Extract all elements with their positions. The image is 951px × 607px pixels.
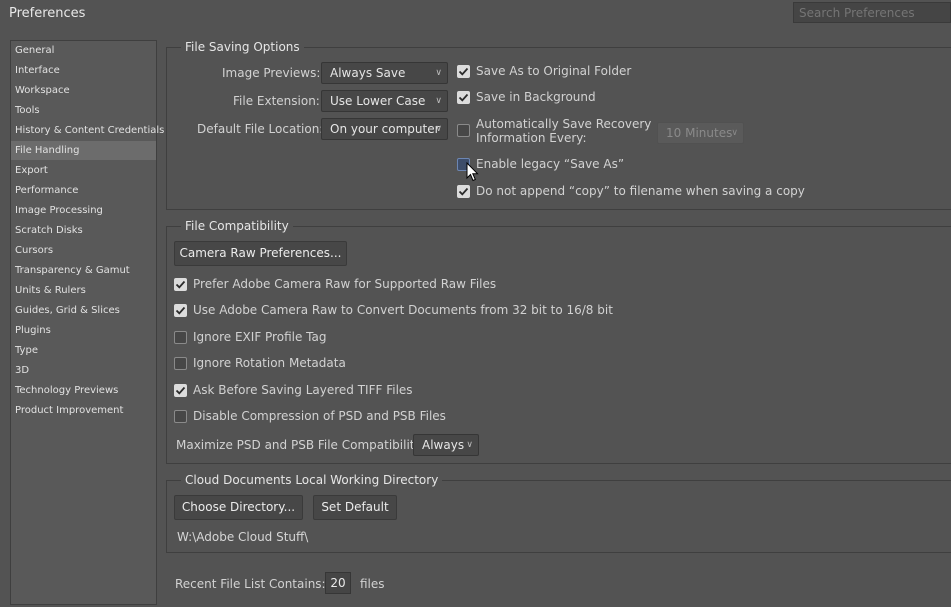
file-extension-value: Use Lower Case: [330, 94, 426, 108]
check-icon: [458, 93, 469, 102]
save-as-original-label: Save As to Original Folder: [476, 64, 632, 78]
check-icon: [175, 306, 186, 315]
sidebar-item-scratch-disks[interactable]: Scratch Disks: [11, 221, 156, 240]
title-bar: Preferences: [0, 0, 951, 27]
chevron-down-icon: ∨: [731, 128, 738, 138]
sidebar-item-general[interactable]: General: [11, 41, 156, 60]
file-extension-label: File Extension:: [233, 94, 320, 108]
window-title: Preferences: [9, 6, 86, 21]
check-icon: [175, 386, 186, 395]
sidebar: General Interface Workspace Tools Histor…: [10, 40, 164, 605]
prefer-acr-checkbox[interactable]: [174, 278, 187, 291]
ignore-exif-checkbox[interactable]: [174, 331, 187, 344]
camera-raw-preferences-button[interactable]: Camera Raw Preferences...: [174, 241, 347, 266]
use-acr-convert-checkbox[interactable]: [174, 304, 187, 317]
sidebar-item-image-processing[interactable]: Image Processing: [11, 201, 156, 220]
image-previews-label: Image Previews:: [222, 66, 321, 80]
ignore-rotation-label: Ignore Rotation Metadata: [193, 356, 346, 370]
sidebar-item-cursors[interactable]: Cursors: [11, 241, 156, 260]
default-location-label: Default File Location:: [197, 122, 324, 136]
sidebar-item-product-improvement[interactable]: Product Improvement: [11, 401, 156, 420]
sidebar-item-units[interactable]: Units & Rulers: [11, 281, 156, 300]
chevron-down-icon: ∨: [435, 68, 442, 78]
ignore-rotation-checkbox[interactable]: [174, 357, 187, 370]
set-default-button[interactable]: Set Default: [313, 495, 397, 520]
sidebar-item-type[interactable]: Type: [11, 341, 156, 360]
sidebar-item-export[interactable]: Export: [11, 161, 156, 180]
check-icon: [458, 67, 469, 76]
no-copy-label: Do not append “copy” to filename when sa…: [476, 184, 805, 198]
ask-tiff-checkbox[interactable]: [174, 384, 187, 397]
image-previews-value: Always Save: [330, 66, 406, 80]
sidebar-item-plugins[interactable]: Plugins: [11, 321, 156, 340]
maximize-compat-dropdown[interactable]: Always ∨: [413, 434, 479, 456]
auto-save-label-line1: Automatically Save Recovery: [476, 117, 652, 131]
prefer-acr-label: Prefer Adobe Camera Raw for Supported Ra…: [193, 277, 497, 291]
cloud-title: Cloud Documents Local Working Directory: [181, 473, 443, 487]
auto-save-interval-dropdown[interactable]: 10 Minutes ∨: [657, 122, 744, 144]
file-saving-title: File Saving Options: [181, 40, 304, 54]
chevron-down-icon: ∨: [466, 440, 473, 450]
auto-save-label-line2: Information Every:: [476, 131, 587, 145]
chevron-down-icon: ∨: [435, 124, 442, 134]
disable-compression-checkbox[interactable]: [174, 410, 187, 423]
chevron-down-icon: ∨: [435, 96, 442, 106]
disable-compression-label: Disable Compression of PSD and PSB Files: [193, 409, 446, 423]
image-previews-dropdown[interactable]: Always Save ∨: [321, 62, 448, 84]
save-as-original-checkbox[interactable]: [457, 65, 470, 78]
check-icon: [175, 280, 186, 289]
use-acr-convert-label: Use Adobe Camera Raw to Convert Document…: [193, 303, 613, 317]
recent-files-suffix: files: [360, 577, 385, 591]
sidebar-item-workspace[interactable]: Workspace: [11, 81, 156, 100]
default-location-value: On your computer: [330, 122, 440, 136]
recent-files-label: Recent File List Contains:: [175, 577, 326, 591]
sidebar-item-file-handling[interactable]: File Handling: [11, 141, 156, 160]
sidebar-item-guides[interactable]: Guides, Grid & Slices: [11, 301, 156, 320]
no-copy-checkbox[interactable]: [457, 185, 470, 198]
save-background-checkbox[interactable]: [457, 91, 470, 104]
sidebar-item-transparency[interactable]: Transparency & Gamut: [11, 261, 156, 280]
ignore-exif-label: Ignore EXIF Profile Tag: [193, 330, 327, 344]
save-background-label: Save in Background: [476, 90, 596, 104]
file-compat-title: File Compatibility: [181, 219, 293, 233]
ask-tiff-label: Ask Before Saving Layered TIFF Files: [193, 383, 413, 397]
file-extension-dropdown[interactable]: Use Lower Case ∨: [321, 90, 448, 112]
auto-save-interval-value: 10 Minutes: [666, 126, 733, 140]
search-input[interactable]: [793, 2, 951, 23]
sidebar-item-performance[interactable]: Performance: [11, 181, 156, 200]
maximize-compat-label: Maximize PSD and PSB File Compatibility:: [176, 438, 425, 452]
recent-files-input[interactable]: 20: [325, 572, 351, 594]
check-icon: [458, 187, 469, 196]
sidebar-item-tech-previews[interactable]: Technology Previews: [11, 381, 156, 400]
legacy-save-as-label: Enable legacy “Save As”: [476, 157, 625, 171]
auto-save-checkbox[interactable]: [457, 124, 470, 137]
mouse-pointer-icon: [466, 162, 479, 182]
sidebar-item-tools[interactable]: Tools: [11, 101, 156, 120]
sidebar-item-3d[interactable]: 3D: [11, 361, 156, 380]
cloud-directory-path: W:\Adobe Cloud Stuff\: [177, 530, 309, 544]
choose-directory-button[interactable]: Choose Directory...: [174, 495, 303, 520]
sidebar-item-interface[interactable]: Interface: [11, 61, 156, 80]
sidebar-item-history[interactable]: History & Content Credentials: [11, 121, 164, 140]
default-location-dropdown[interactable]: On your computer ∨: [321, 118, 448, 140]
maximize-compat-value: Always: [422, 438, 465, 452]
